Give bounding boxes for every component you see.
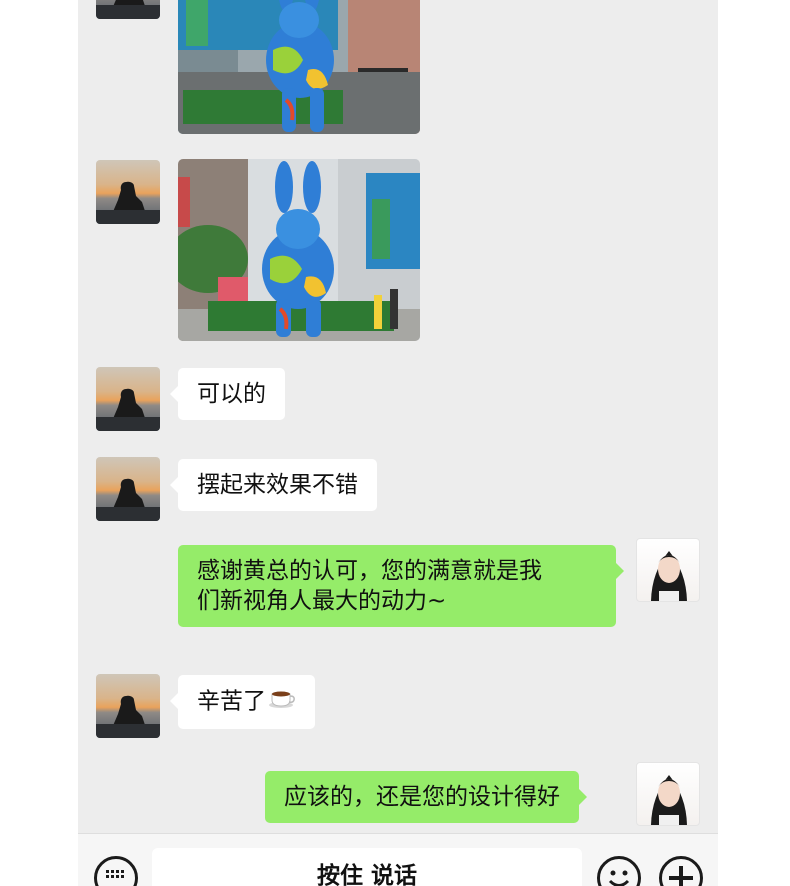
emoji-icon[interactable] [597,856,641,886]
message-text-line-1: 感谢黄总的认可，您的满意就是我 [197,558,542,584]
silhouette-icon [96,388,160,431]
keyboard-icon[interactable] [94,856,138,886]
plus-icon[interactable] [659,856,703,886]
coffee-cup-icon [268,686,296,718]
contact-avatar[interactable] [96,160,160,224]
message-text: 摆起来效果不错 [197,472,358,498]
message-bubble-incoming[interactable]: 辛苦了 [170,675,315,729]
silhouette-icon [96,181,160,224]
contact-avatar[interactable] [96,674,160,738]
my-avatar[interactable] [636,762,700,826]
message-text-line-2: 们新视角人最大的动力~ [197,588,447,614]
message-bubble-outgoing[interactable]: 应该的，还是您的设计得好 [265,771,587,823]
rabbit-sculpture-photo-2 [178,159,420,341]
silhouette-icon [96,695,160,738]
image-message-2[interactable] [178,159,420,341]
message-bubble-incoming[interactable]: 摆起来效果不错 [170,459,377,511]
contact-avatar[interactable] [96,0,160,19]
chat-window: 可以的 摆起来效果不错 感谢黄总的认可，您的满意就是我 们新视角人最大的动力~ … [78,0,718,886]
message-text: 应该的，还是您的设计得好 [284,784,560,810]
message-bubble-incoming[interactable]: 可以的 [170,368,285,420]
portrait-icon [651,775,687,825]
silhouette-icon [96,478,160,521]
hold-to-talk-button[interactable]: 按住 说话 [152,848,582,886]
message-text: 辛苦了 [197,688,266,715]
input-bar: 按住 说话 [78,833,718,886]
contact-avatar[interactable] [96,367,160,431]
silhouette-icon [96,0,160,19]
contact-avatar[interactable] [96,457,160,521]
message-text: 可以的 [197,381,266,407]
portrait-icon [651,551,687,601]
message-bubble-outgoing[interactable]: 感谢黄总的认可，您的满意就是我 们新视角人最大的动力~ [178,545,624,627]
image-message-1[interactable] [178,0,420,134]
my-avatar[interactable] [636,538,700,602]
rabbit-sculpture-photo-1 [178,0,420,134]
